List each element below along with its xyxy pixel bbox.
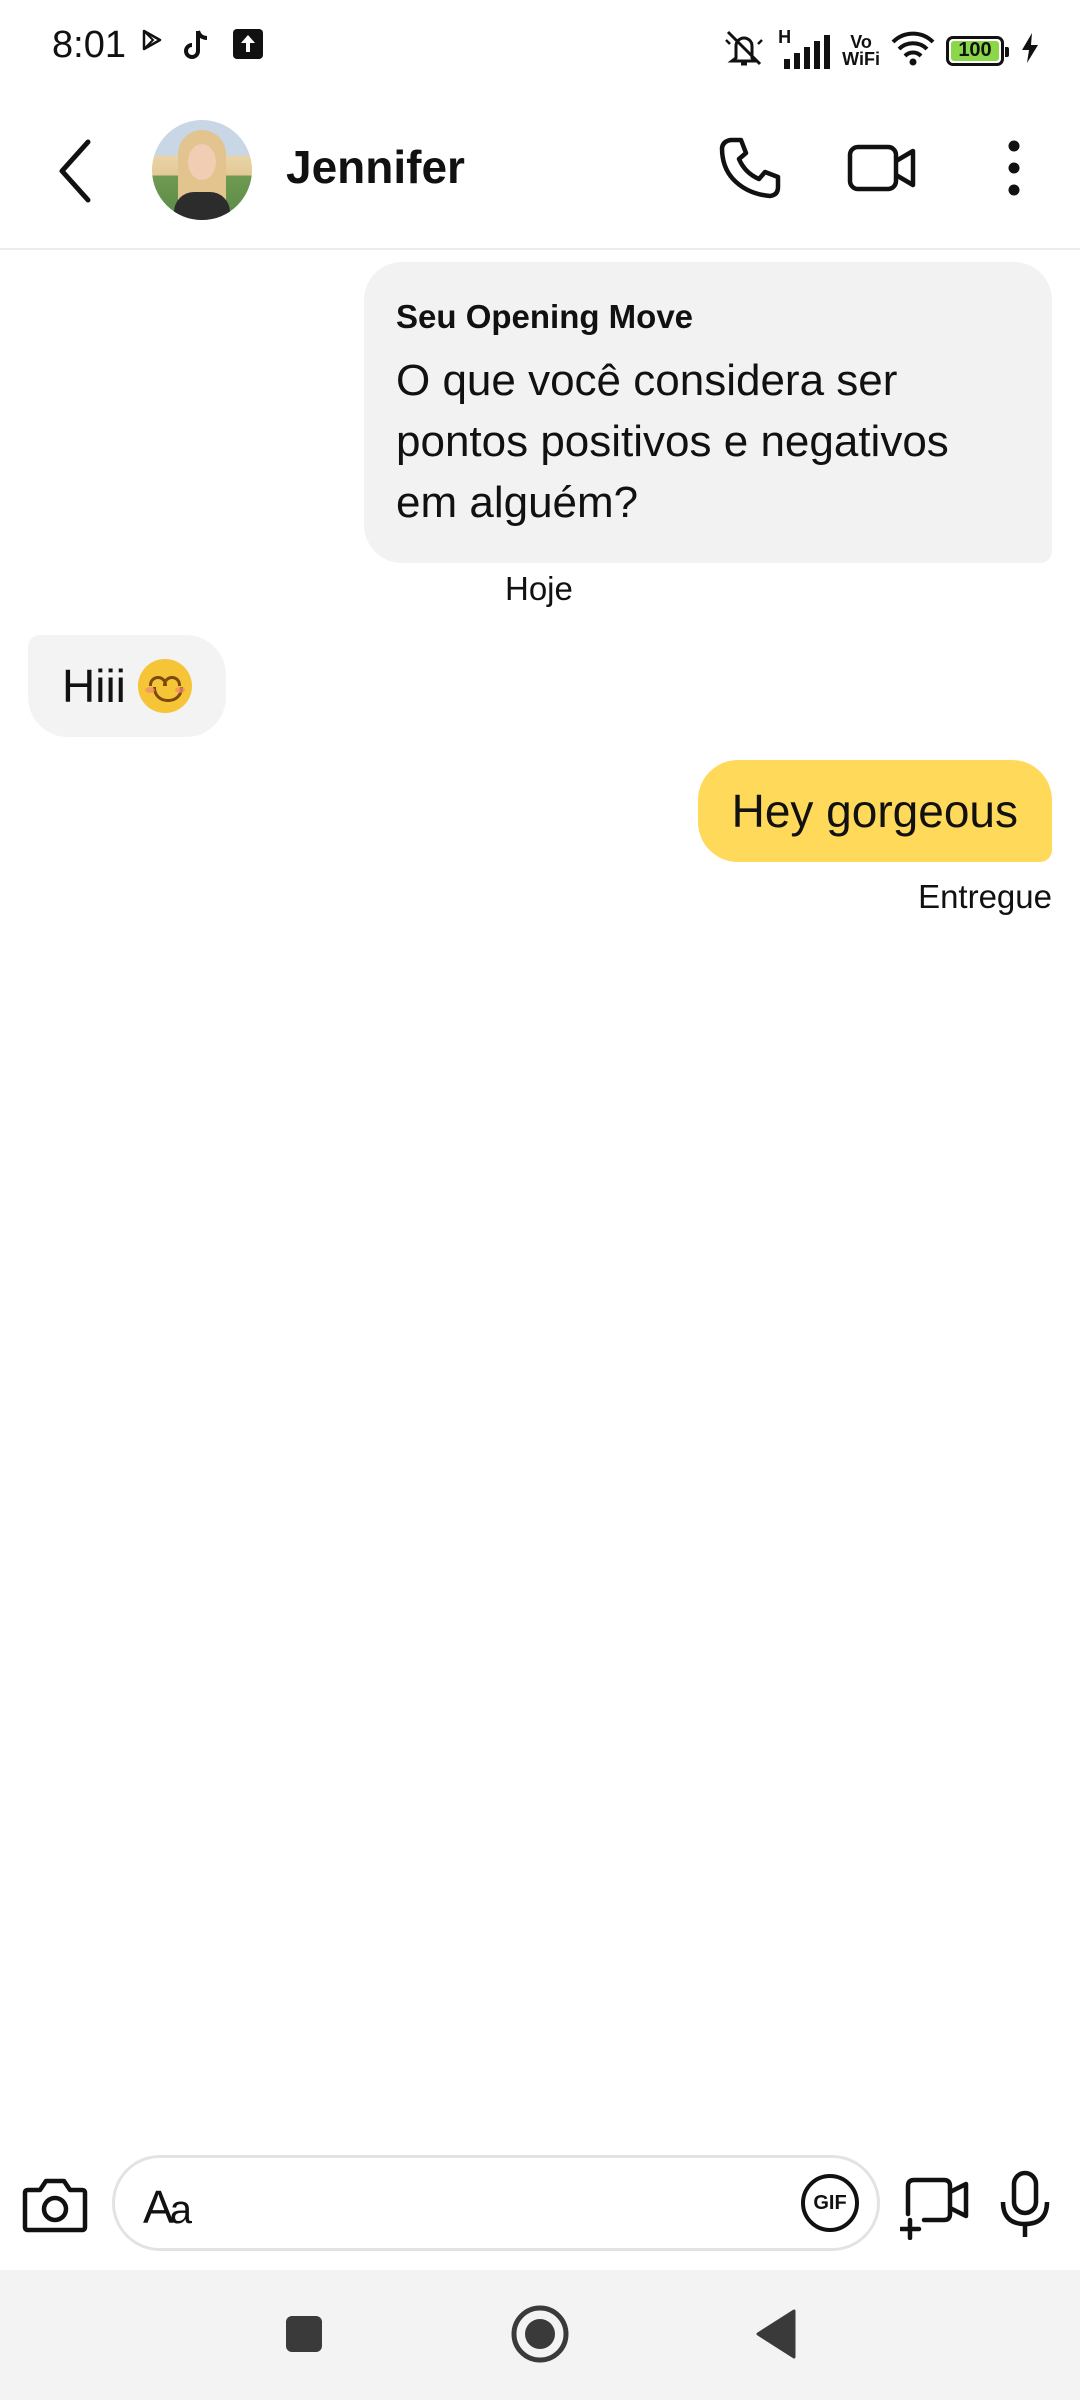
message-input-container[interactable]: Aa GIF [112,2155,880,2251]
vowifi-line1: Vo [850,31,872,52]
microphone-icon [995,2170,1055,2244]
opening-move-question: O que você considera ser pontos positivo… [396,356,949,527]
voice-call-button[interactable] [710,130,790,210]
add-media-icon [898,2177,970,2244]
battery-icon: 100 [946,35,1009,66]
opening-move-bubble[interactable]: Seu Opening Move O que você considera se… [364,262,1052,563]
message-composer: Aa GIF [0,2150,1080,2260]
outgoing-message-bubble[interactable]: Hey gorgeous [697,760,1052,862]
gif-icon: GIF [813,2191,847,2214]
microphone-button[interactable] [995,2170,1055,2240]
text-format-icon: Aa [143,2181,192,2233]
upload-icon [232,28,264,65]
wifi-icon [890,30,936,71]
delivery-status: Entregue [918,878,1052,915]
home-circle-icon [510,2304,570,2369]
home-button[interactable] [510,2304,570,2369]
back-button[interactable] [50,136,110,206]
status-bar: 8:01 H Vo WiFi 100 [0,0,1080,100]
tiktok-icon [180,28,212,67]
back-triangle-icon [754,2308,798,2365]
day-separator: Hoje [505,570,573,607]
phone-icon [717,135,783,206]
charging-icon [1020,32,1040,69]
avatar-face [188,144,216,180]
vowifi-line2: WiFi [842,48,880,69]
nav-back-button[interactable] [746,2306,806,2366]
add-media-button[interactable] [898,2170,970,2241]
smiling-face-emoji-icon [137,659,192,713]
avatar-shirt [174,192,230,220]
more-options-button[interactable] [974,130,1054,210]
back-arrow-icon [50,139,110,210]
contact-name[interactable]: Jennifer [286,140,465,194]
signal-icon: H [776,27,832,71]
incoming-message-text: Hiii [62,660,126,712]
avatar[interactable] [152,120,252,220]
vowifi-label: Vo WiFi [842,31,880,69]
more-vertical-icon [1004,138,1024,203]
chat-header: Jennifer [0,100,1080,250]
outgoing-message-text: Hey gorgeous [731,785,1018,837]
recents-button[interactable] [274,2306,334,2366]
opening-move-label: Seu Opening Move [396,298,694,335]
camera-button[interactable] [22,2174,88,2234]
video-camera-icon [847,141,917,200]
status-right: H Vo WiFi 100 [722,27,1040,73]
play-store-icon [140,28,164,57]
system-nav-bar [0,2270,1080,2400]
message-input[interactable] [235,2158,799,2250]
incoming-message-bubble[interactable]: Hiii [28,635,226,737]
recents-square-icon [284,2314,324,2359]
gif-button[interactable]: GIF [801,2174,859,2232]
camera-icon [22,2178,88,2238]
battery-level: 100 [958,39,992,61]
mute-icon [722,28,766,73]
video-call-button[interactable] [842,130,922,210]
status-time: 8:01 [52,24,126,66]
